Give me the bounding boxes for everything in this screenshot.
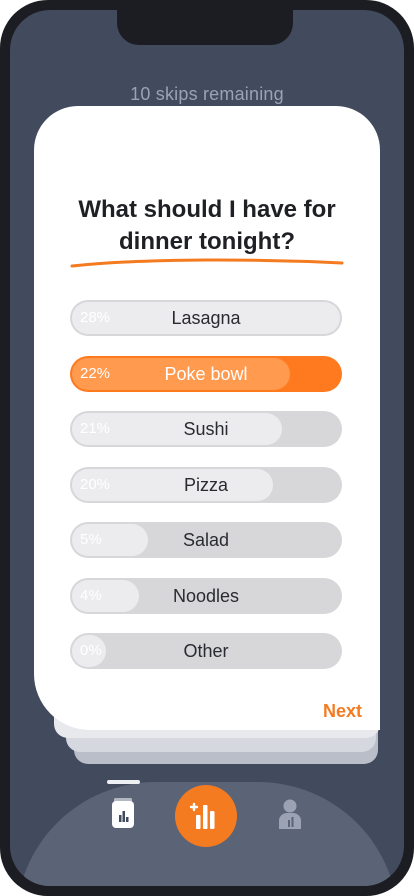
tab-create-poll[interactable] <box>175 785 237 847</box>
screen: 10 skips remaining What should I have fo… <box>10 10 404 886</box>
poll-option[interactable]: 5% Salad <box>70 522 342 558</box>
option-label: Salad <box>182 530 230 550</box>
poll-option[interactable]: 0% Other <box>70 633 342 669</box>
option-label: Noodles <box>172 585 240 606</box>
profile-icon <box>279 799 301 829</box>
option-label: Poke bowl <box>164 363 248 384</box>
question-underline <box>70 258 344 268</box>
phone-frame: 10 skips remaining What should I have fo… <box>0 0 414 896</box>
tab-profile[interactable] <box>278 798 302 830</box>
poll-option[interactable]: 21% Sushi <box>70 411 342 447</box>
poll-card: What should I have for dinner tonight? 2… <box>34 106 380 730</box>
tab-cards[interactable] <box>111 798 135 828</box>
skips-remaining-text: 10 skips remaining <box>130 84 284 104</box>
option-label: Other <box>183 641 229 661</box>
option-label: Pizza <box>183 474 228 495</box>
cards-icon <box>112 798 134 828</box>
notch <box>117 10 293 45</box>
active-tab-indicator <box>107 780 140 784</box>
add-poll-icon <box>189 802 215 829</box>
option-label: Lasagna <box>171 308 241 328</box>
poll-question: What should I have for dinner tonight? <box>78 196 336 255</box>
poll-options: 28% Lasagna 22% Poke bowl 21% Sushi 20% … <box>70 300 342 689</box>
poll-option[interactable]: 22% Poke bowl <box>70 355 342 392</box>
poll-option[interactable]: 28% Lasagna <box>70 300 342 336</box>
option-label: Sushi <box>183 419 229 439</box>
poll-option[interactable]: 4% Noodles <box>70 577 342 614</box>
next-button[interactable]: Next <box>323 701 362 722</box>
poll-option[interactable]: 20% Pizza <box>70 466 342 503</box>
